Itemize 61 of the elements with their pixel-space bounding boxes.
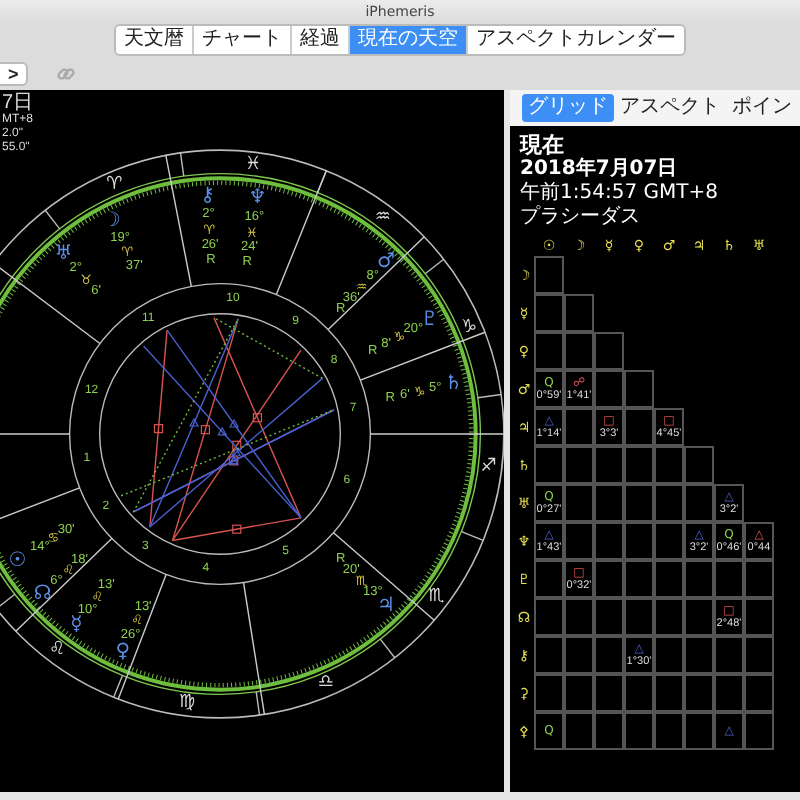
grid-cell (684, 446, 714, 484)
planet-glyph: ♃ (376, 594, 395, 617)
grid-cell (564, 674, 594, 712)
link-icon[interactable] (56, 64, 77, 84)
planet-glyph: ⚷ (200, 184, 215, 207)
grid-cell (564, 636, 594, 674)
grid-cell (534, 598, 564, 636)
planet-glyph: ☿ (70, 613, 83, 636)
grid-cell (744, 674, 774, 712)
zodiac-sign: ♏ (428, 586, 445, 607)
grid-cell (654, 674, 684, 712)
planet-glyph: ♆ (248, 187, 267, 210)
planet-glyph: ☽ (102, 210, 121, 233)
grid-cell (534, 294, 564, 332)
chart-info-text: 7日 (2, 92, 34, 114)
chart-date: 2018年7月07日 (520, 158, 680, 182)
tab[interactable]: ポイン (726, 94, 798, 122)
zodiac-sign: ♐ (480, 457, 497, 477)
planet-glyph: ♄ (444, 373, 463, 396)
grid-cell (624, 446, 654, 484)
grid-cell (654, 484, 684, 522)
grid-cell (654, 560, 684, 598)
grid-cell (564, 294, 594, 332)
grid-cell (744, 636, 774, 674)
zodiac-sign: ♎ (317, 673, 334, 694)
grid-cell (594, 522, 624, 560)
grid-cell (594, 674, 624, 712)
grid-cell (624, 712, 654, 750)
planet-glyph: ♂ (376, 251, 395, 274)
zodiac-sign: ♈ (106, 174, 123, 195)
grid-cell (594, 332, 624, 370)
zodiac-sign: ♌ (49, 640, 66, 661)
house-system: プラシーダス (520, 206, 642, 230)
zodiac-sign: ♍ (178, 692, 196, 713)
planet-glyph: ♇ (420, 309, 439, 332)
planet-glyph: ☊ (33, 582, 52, 605)
grid-cell (534, 256, 564, 294)
grid-cell (624, 484, 654, 522)
grid-cell (534, 636, 564, 674)
grid-cell (684, 674, 714, 712)
planet-glyph: ♀ (115, 641, 131, 664)
tab[interactable]: アスペクト (614, 94, 726, 122)
grid-cell (654, 712, 684, 750)
zodiac-sign: ♓ (244, 155, 262, 176)
grid-title: 現在 (520, 132, 566, 158)
grid-cell (564, 446, 594, 484)
grid-cell (594, 484, 624, 522)
grid-cell (624, 370, 654, 408)
grid-cell (624, 522, 654, 560)
chart-time: 午前1:54:57 GMT+8 (520, 182, 720, 205)
grid-cell (594, 712, 624, 750)
zodiac-sign: ♒ (374, 207, 391, 228)
grid-cell (624, 560, 654, 598)
grid-cell (654, 598, 684, 636)
grid-cell (594, 598, 624, 636)
forward-button[interactable]: > (0, 62, 29, 86)
planet-glyph: ☉ (8, 549, 27, 572)
grid-cell (684, 636, 714, 674)
zodiac-sign: ♑ (461, 318, 478, 339)
planet-glyph: ♅ (54, 242, 73, 265)
tab[interactable]: 天文暦 (116, 26, 194, 54)
